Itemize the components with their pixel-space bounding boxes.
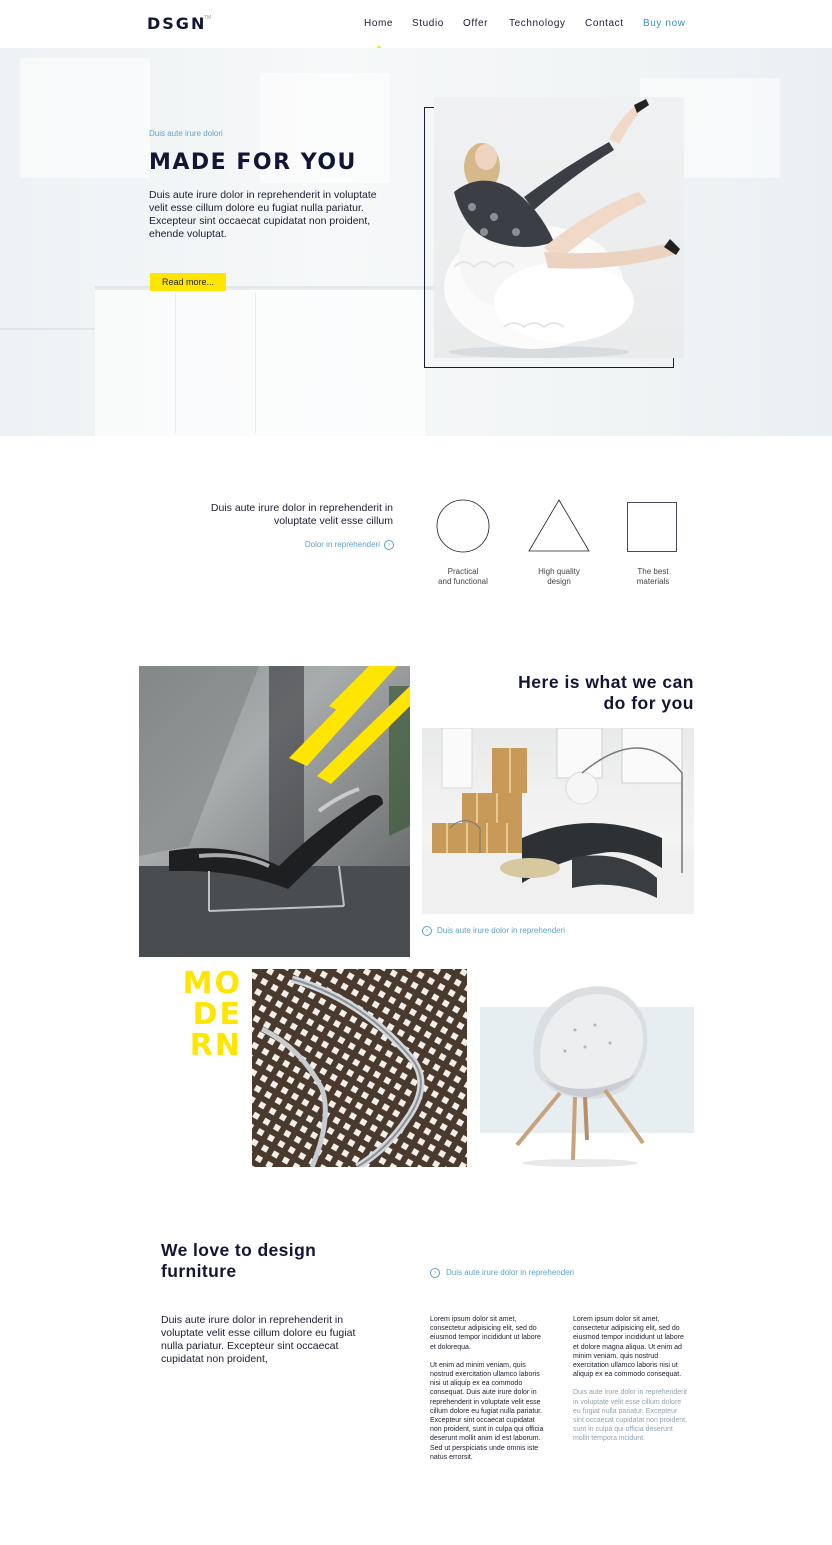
feature-label-line: design xyxy=(547,577,571,586)
paragraph-muted: Duis aute irure dolor in reprehenderit i… xyxy=(573,1389,688,1443)
hero-illustration xyxy=(444,99,680,358)
hero-bg-countertop xyxy=(95,286,435,290)
modern-row: DE xyxy=(192,997,242,1032)
hero-description: Duis aute irure dolor in reprehenderit i… xyxy=(149,189,377,240)
paragraph: Ut enim ad minim veniam, quis nostrud ex… xyxy=(430,1361,544,1461)
about-title-line: furniture xyxy=(161,1261,237,1281)
wicker-illustration xyxy=(252,969,467,1167)
gallery-link[interactable]: Duis aute irure dolor in reprehenderi xyxy=(437,926,565,935)
hero-bg-counter xyxy=(95,288,425,436)
nav-offer[interactable]: Offer xyxy=(463,18,488,29)
hero-title: MADE FOR YOU xyxy=(149,150,357,175)
square-icon xyxy=(627,502,677,552)
features-description: Duis aute irure dolor in reprehenderit i… xyxy=(210,502,393,527)
about-description: Duis aute irure dolor in reprehenderit i… xyxy=(161,1314,356,1365)
about-link[interactable]: Duis aute irure dolor in reprehenderi xyxy=(446,1268,574,1277)
feature-label-line: High quality xyxy=(538,567,580,576)
about-title: We love to design furniture xyxy=(161,1240,381,1282)
logo[interactable]: DSGN xyxy=(147,14,206,33)
top-navbar: DSGN TM Home Studio Offer Technology Con… xyxy=(0,0,832,49)
modern-row: MO xyxy=(182,966,242,1001)
hero-bg-divider xyxy=(255,293,256,433)
arrow-right-circle-icon[interactable]: › xyxy=(422,926,432,936)
arrow-right-circle-icon[interactable]: › xyxy=(384,540,394,550)
nav-contact[interactable]: Contact xyxy=(585,18,624,29)
feature-label-line: and functional xyxy=(438,577,488,586)
feature-label-line: Practical xyxy=(447,567,479,576)
lounge-chair-illustration xyxy=(139,666,410,957)
feature-label-quality: High quality design xyxy=(514,567,604,587)
nav-home[interactable]: Home xyxy=(364,18,393,29)
nav-buy-now[interactable]: Buy now xyxy=(643,18,686,29)
text-column-2: Lorem ipsum dolor sit amet, consectetur … xyxy=(573,1315,688,1453)
shell-chair-illustration xyxy=(515,986,648,1167)
hero-photo-woman-on-fur-chair xyxy=(434,97,684,358)
modern-row: RN xyxy=(189,1028,242,1063)
feature-label-materials: The best materials xyxy=(608,567,698,587)
read-more-button[interactable]: Read more... xyxy=(150,273,226,291)
modern-typography: MO DE RN xyxy=(180,968,242,1061)
hero-bg-divider xyxy=(175,293,176,433)
triangle-icon xyxy=(528,499,590,552)
section-title-line: Here is what we can xyxy=(518,672,694,692)
section-title-what-we-do: Here is what we can do for you xyxy=(470,672,694,714)
nav-technology[interactable]: Technology xyxy=(509,18,566,29)
paragraph: Lorem ipsum dolor sit amet, consectetur … xyxy=(573,1316,684,1379)
section-title-line: do for you xyxy=(603,693,694,713)
nav-studio[interactable]: Studio xyxy=(412,18,444,29)
feature-label-practical: Practical and functional xyxy=(418,567,508,587)
hero-subtitle: Duis aute irure dolori xyxy=(149,129,223,138)
feature-label-line: materials xyxy=(636,577,670,586)
feature-label-line: The best xyxy=(637,567,669,576)
photo-wicker-chair-closeup xyxy=(252,969,467,1167)
photo-living-room-sofa xyxy=(422,728,694,914)
hero-bg-window xyxy=(20,58,150,178)
paragraph: Lorem ipsum dolor sit amet, consectetur … xyxy=(430,1316,541,1351)
living-room-illustration xyxy=(422,728,694,914)
photo-lounge-chair xyxy=(139,666,410,957)
hero-bg-divider xyxy=(0,328,95,330)
text-column-1: Lorem ipsum dolor sit amet, consectetur … xyxy=(430,1315,545,1471)
arrow-right-circle-icon[interactable]: › xyxy=(430,1268,440,1278)
circle-icon xyxy=(436,499,490,553)
hero-section: Duis aute irure dolori MADE FOR YOU Duis… xyxy=(0,48,832,436)
about-title-line: We love to design xyxy=(161,1240,317,1260)
trademark-mark: TM xyxy=(204,15,212,21)
features-link[interactable]: Dolor in reprehenderi xyxy=(260,540,380,549)
